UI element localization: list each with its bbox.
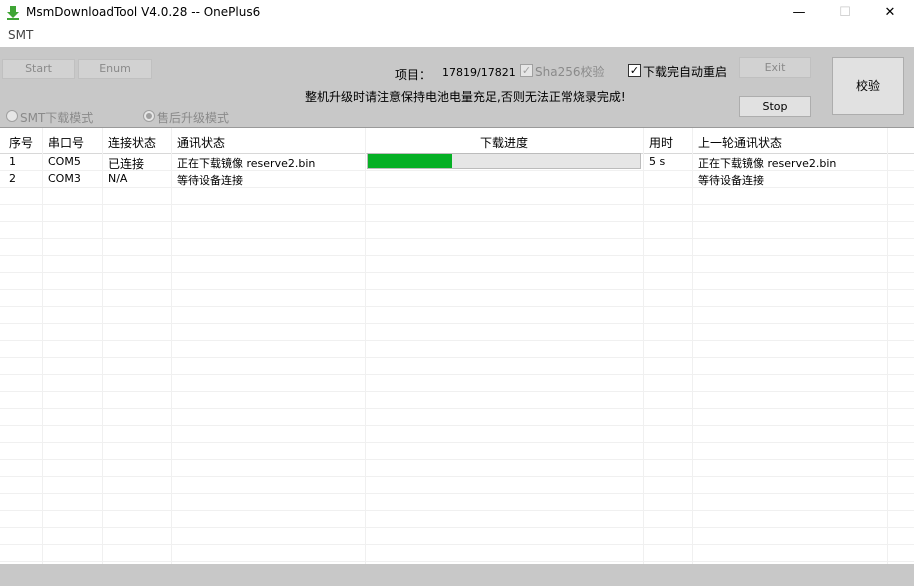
status-bar: [0, 564, 914, 586]
verify-button[interactable]: 校验: [832, 57, 904, 115]
row1-prev-status: 正在下载镜像 reserve2.bin: [698, 157, 837, 170]
row1-progress-fill: [368, 154, 452, 168]
toolbar: Start Enum 项目： 17819/17821 ✓ Sha256校验 ✓ …: [0, 47, 914, 127]
row1-port: COM5: [48, 155, 81, 168]
header-progress[interactable]: 下载进度: [480, 134, 528, 151]
row1-time: 5 s: [649, 155, 666, 168]
header-time[interactable]: 用时: [649, 134, 673, 151]
row2-port: COM3: [48, 172, 81, 185]
row2-comm-status: 等待设备连接: [177, 174, 243, 187]
maximize-button[interactable]: ☐: [822, 0, 868, 27]
menu-bar: SMT: [0, 27, 914, 47]
aftersales-mode-label: 售后升级模式: [157, 111, 230, 125]
row1-connection: 已连接: [108, 157, 145, 171]
row1-comm-status: 正在下载镜像 reserve2.bin: [177, 157, 316, 170]
header-prev-status[interactable]: 上一轮通讯状态: [698, 134, 782, 151]
device-table: 序号 串口号 连接状态 通讯状态 下载进度 用时 上一轮通讯状态 1 COM5 …: [0, 127, 914, 564]
stop-button[interactable]: Stop: [739, 96, 811, 117]
start-button[interactable]: Start: [2, 59, 75, 79]
sha256-checkbox[interactable]: ✓: [520, 64, 533, 77]
battery-warning-text: 整机升级时请注意保持电池电量充足,否则无法正常烧录完成!: [305, 90, 626, 104]
auto-reboot-label: 下载完自动重启: [643, 65, 728, 79]
row1-index: 1: [9, 155, 16, 168]
download-arrow-icon: [7, 6, 19, 20]
row2-connection: N/A: [108, 172, 128, 185]
header-index[interactable]: 序号: [9, 134, 33, 151]
project-label: 项目：: [395, 68, 432, 82]
smt-mode-label: SMT下载模式: [20, 111, 94, 125]
enum-button[interactable]: Enum: [78, 59, 152, 79]
header-comm-status[interactable]: 通讯状态: [177, 134, 225, 151]
header-connection[interactable]: 连接状态: [108, 134, 156, 151]
window-title: MsmDownloadTool V4.0.28 -- OnePlus6: [26, 5, 261, 19]
row1-progress-bar: [367, 153, 641, 169]
auto-reboot-checkbox[interactable]: ✓: [628, 64, 641, 77]
minimize-button[interactable]: —: [776, 0, 822, 27]
aftersales-mode-radio[interactable]: [143, 110, 155, 122]
sha256-label: Sha256校验: [535, 65, 605, 79]
smt-mode-radio[interactable]: [6, 110, 18, 122]
title-bar: MsmDownloadTool V4.0.28 -- OnePlus6 — ☐ …: [0, 0, 914, 27]
project-value: 17819/17821: [442, 66, 516, 79]
row2-prev-status: 等待设备连接: [698, 174, 764, 187]
close-button[interactable]: ✕: [867, 0, 913, 27]
row2-index: 2: [9, 172, 16, 185]
menu-item-smt[interactable]: SMT: [8, 28, 33, 42]
header-port[interactable]: 串口号: [48, 134, 84, 151]
exit-button[interactable]: Exit: [739, 57, 811, 78]
